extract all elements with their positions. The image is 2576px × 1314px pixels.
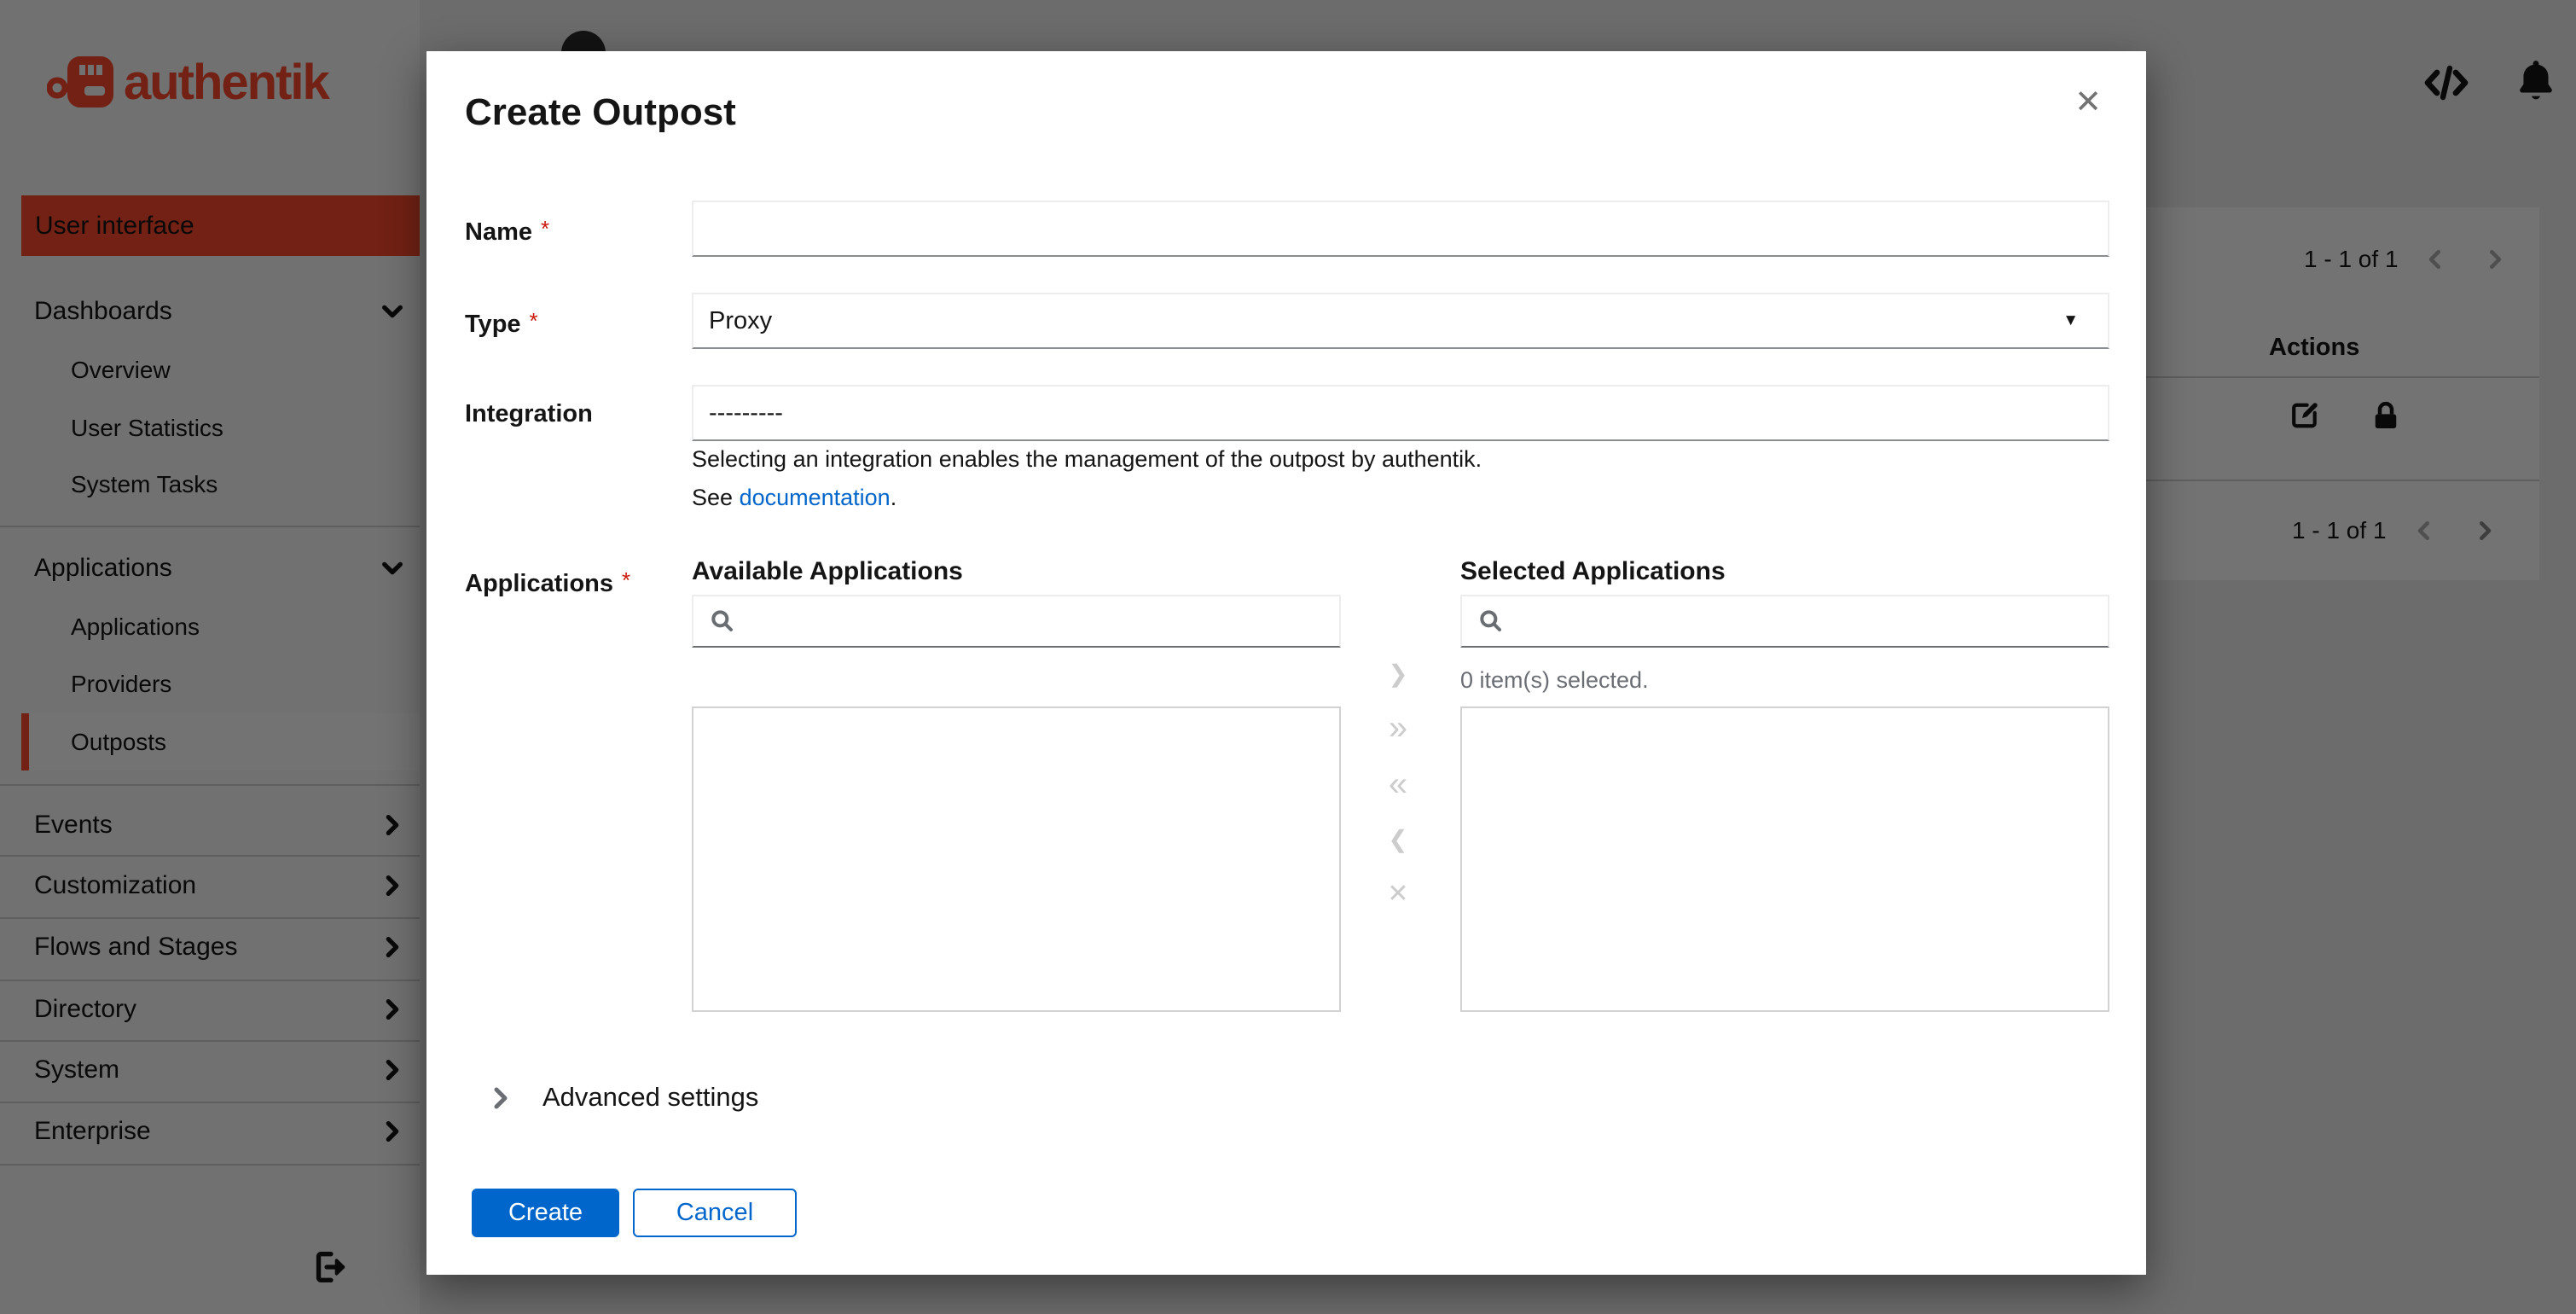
search-icon [711, 610, 733, 631]
available-search-input[interactable] [736, 596, 1339, 646]
transfer-add-all-icon[interactable]: » [1389, 711, 1407, 745]
transfer-add-icon[interactable]: ❯ [1388, 662, 1407, 686]
close-icon[interactable]: ✕ [2074, 84, 2102, 121]
name-label: Name * [465, 216, 549, 247]
name-field-box [692, 201, 2109, 257]
available-applications-heading: Available Applications [692, 557, 963, 585]
help-see-text: See [692, 485, 734, 510]
create-outpost-modal: Create Outpost ✕ Name * Type * Proxy ▼ Int… [426, 51, 2146, 1275]
integration-help-text: Selecting an integration enables the man… [692, 446, 1482, 472]
name-label-text: Name [465, 218, 532, 246]
help-period: . [890, 485, 897, 510]
integration-label: Integration [465, 400, 593, 428]
required-asterisk: * [622, 567, 631, 593]
search-icon [1480, 610, 1501, 631]
app-root: authentik User interface Dashboards Over… [0, 0, 2576, 1314]
applications-label-text: Applications [465, 570, 614, 597]
transfer-remove-icon[interactable]: ❮ [1388, 828, 1407, 852]
expand-chevron-icon[interactable] [488, 1085, 513, 1111]
name-input[interactable] [693, 202, 2108, 255]
advanced-settings-toggle[interactable]: Advanced settings [542, 1082, 758, 1113]
selected-search-box [1460, 595, 2109, 648]
transfer-clear-icon[interactable]: ✕ [1387, 881, 1408, 907]
type-select[interactable]: Proxy ▼ [692, 293, 2109, 349]
create-button[interactable]: Create [472, 1189, 619, 1237]
integration-select-value: --------- [709, 398, 783, 427]
available-search-box [692, 595, 1341, 648]
transfer-remove-all-icon[interactable]: « [1389, 767, 1407, 801]
required-asterisk: * [541, 216, 550, 241]
modal-title: Create Outpost [465, 91, 736, 133]
integration-help-line2: See documentation. [692, 485, 896, 511]
integration-select[interactable]: --------- [692, 385, 2109, 441]
available-applications-list[interactable] [692, 706, 1341, 1012]
type-select-value: Proxy [709, 306, 773, 334]
integration-label-text: Integration [465, 400, 593, 427]
required-asterisk: * [529, 308, 538, 334]
type-label-text: Type [465, 311, 521, 338]
applications-label: Applications * [465, 567, 630, 598]
selected-applications-heading: Selected Applications [1460, 557, 1726, 585]
documentation-link[interactable]: documentation [740, 485, 891, 510]
selected-applications-list[interactable] [1460, 706, 2109, 1012]
cancel-button[interactable]: Cancel [633, 1189, 797, 1237]
selected-count-status: 0 item(s) selected. [1460, 667, 1649, 693]
caret-down-icon: ▼ [2063, 311, 2079, 329]
selected-search-input[interactable] [1505, 596, 2108, 646]
type-label: Type * [465, 308, 538, 339]
